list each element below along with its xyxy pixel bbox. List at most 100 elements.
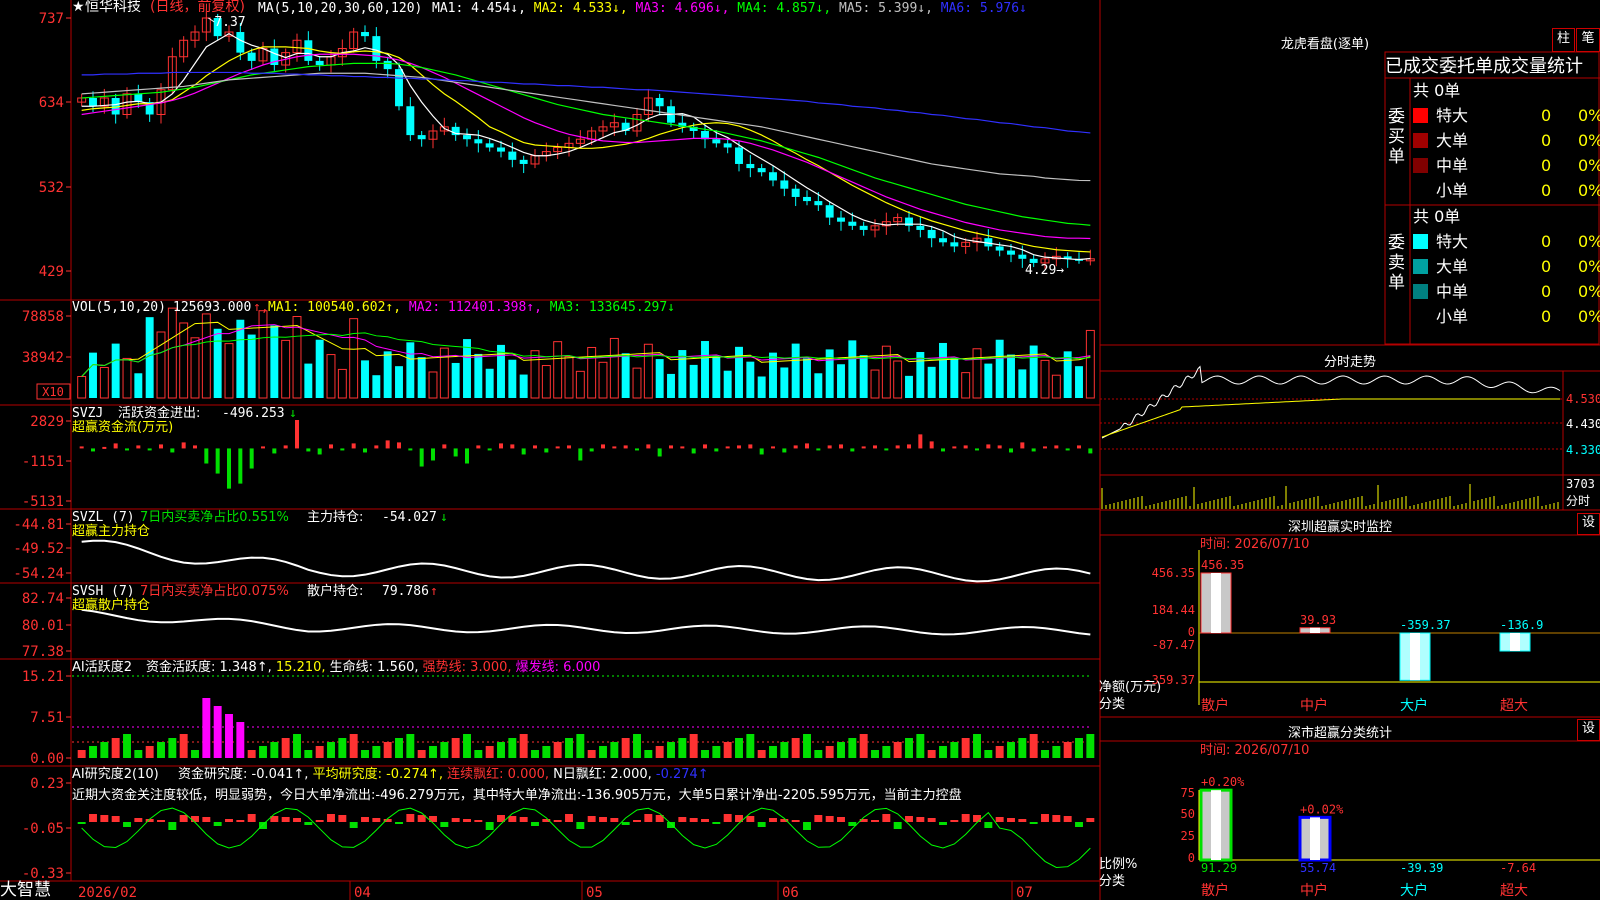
ai-activity-bar (417, 750, 426, 758)
volume-bar (1075, 366, 1083, 398)
x-axis-label: 2026/02 (78, 885, 137, 900)
order-row: 特大 0 0% (1413, 230, 1600, 254)
ai-activity-bar (893, 742, 902, 758)
ai-activity-bar (111, 738, 120, 758)
ai-items: 资金活跃度: 1.348↑, 15.210, 生命线: 1.560, 强势线: … (146, 660, 600, 675)
order-type: 特大 (1436, 232, 1469, 251)
volume-bar (723, 370, 732, 398)
y-tick-label: 737 (39, 11, 64, 27)
flow-bar (929, 441, 934, 449)
flow-bar (737, 445, 741, 449)
bar-mode-button[interactable]: 柱 (1552, 28, 1575, 52)
classify-bar-highlight (1211, 790, 1221, 860)
flow-bar (578, 448, 583, 461)
volume-bar (757, 376, 766, 398)
research-bar (701, 819, 709, 822)
research-bar (1075, 822, 1083, 827)
research-bar (247, 814, 256, 822)
volume-bar (814, 373, 823, 398)
svzj-value: -496.253 (222, 406, 285, 421)
ai-activity-bar (984, 750, 993, 758)
ai-activity-bar (1063, 742, 1072, 758)
pen-mode-button[interactable]: 笔 (1576, 28, 1600, 52)
app-logo: 大智慧 (0, 880, 51, 900)
volume-bar (984, 363, 993, 398)
classify-y-tick: 50 (1181, 807, 1195, 821)
volume-bar (77, 376, 87, 399)
flow-bar (1031, 448, 1036, 452)
stock-name[interactable]: 恒华科技 (85, 0, 141, 15)
candle-body-down (395, 69, 403, 107)
ai-activity-bar (916, 734, 925, 758)
intraday-y-tick: 4.330 (1566, 443, 1600, 457)
order-type: 大单 (1436, 257, 1469, 276)
research-comment: 近期大资金关注度较低，明显弱势，今日大单净流出:-496.279万元，其中特大单… (72, 788, 962, 803)
ai-activity-bar (859, 734, 868, 758)
legend-item: MA6: 5.976↓ (940, 1, 1027, 16)
volume-bar (961, 372, 971, 399)
svzl-ratio: 7日内买卖净占比0.551% (140, 510, 289, 525)
research-bar (338, 815, 347, 822)
order-pct: 0% (1578, 131, 1600, 150)
volume-bar (791, 343, 800, 398)
order-type: 大单 (1436, 131, 1469, 150)
kline-ma-legend: MA1: 4.454↓, MA2: 4.533↓, MA3: 4.696↓, M… (432, 1, 1027, 16)
candle-body-down (304, 40, 313, 61)
svzj-name: 活跃资金进出: (118, 406, 201, 421)
legend-item: MA2: 4.533↓, (533, 1, 636, 16)
candle-body-down (927, 229, 936, 239)
classify-settings-button[interactable]: 设 (1577, 719, 1600, 741)
research-bar (769, 818, 777, 822)
ma-line-ma6 (81, 71, 1091, 134)
classify-bar-value: 91.29 (1201, 861, 1237, 875)
monitor-axis-label: 净额(万元) (1099, 680, 1162, 695)
research-bar (644, 814, 653, 822)
vol-ma-legend: MA1: 100540.602↑, MA2: 112401.398↑, MA3:… (268, 300, 675, 315)
research-bar (882, 814, 891, 822)
flow-bar (997, 445, 1002, 449)
research-bar (77, 822, 86, 824)
legend-item: MA1: 4.454↓, (432, 1, 534, 16)
y-tick-label: 38942 (22, 350, 64, 366)
ai-activity-bar (1086, 734, 1095, 758)
vol-value-arrow: ↑, (253, 300, 269, 315)
classify-bar-value: -39.39 (1400, 861, 1443, 875)
ai-activity-bar (338, 738, 347, 758)
y-tick-label: 634 (39, 95, 64, 111)
candle-body-down (837, 217, 845, 222)
candle-body-down (780, 180, 789, 189)
ai-activity-bar (440, 742, 449, 758)
monitor-bar-highlight (1510, 633, 1520, 651)
research-bar (1029, 822, 1038, 824)
ai-activity-bar (451, 738, 460, 758)
ai-activity-bar (1007, 742, 1015, 758)
candle-body-down (315, 60, 324, 66)
research-bar (803, 822, 811, 830)
ai-activity-bar (995, 746, 1004, 758)
volume-bar (780, 367, 789, 398)
volume-bar (870, 369, 880, 399)
ai-activity-bar (678, 738, 687, 758)
x-axis-label: 06 (782, 885, 799, 900)
ai-activity-bar (429, 746, 437, 758)
intraday-y-tick: 4.430 (1566, 417, 1600, 431)
ai-activity-bar (837, 742, 845, 758)
volume-bar (746, 361, 755, 398)
flow-bar (91, 448, 95, 452)
x-axis-label: 04 (354, 885, 371, 900)
volume-bar (735, 346, 743, 398)
research-bar (519, 817, 528, 822)
flow-bar (193, 445, 197, 449)
ai-activity-bar (247, 750, 256, 758)
svzj-sub: 超赢资金流(万元) (72, 420, 174, 435)
legend-item: 强势线: 3.000, (422, 660, 516, 675)
research-bar (191, 816, 199, 822)
candle-body-down (848, 221, 857, 226)
monitor-bar-highlight (1410, 633, 1420, 681)
monitor-settings-button[interactable]: 设 (1577, 513, 1600, 535)
ai-activity-bar (406, 734, 415, 758)
flow-bar (827, 445, 832, 449)
flow-bar (385, 440, 390, 449)
volume-bar (701, 341, 709, 398)
order-total: 共 0单 (1413, 81, 1461, 100)
